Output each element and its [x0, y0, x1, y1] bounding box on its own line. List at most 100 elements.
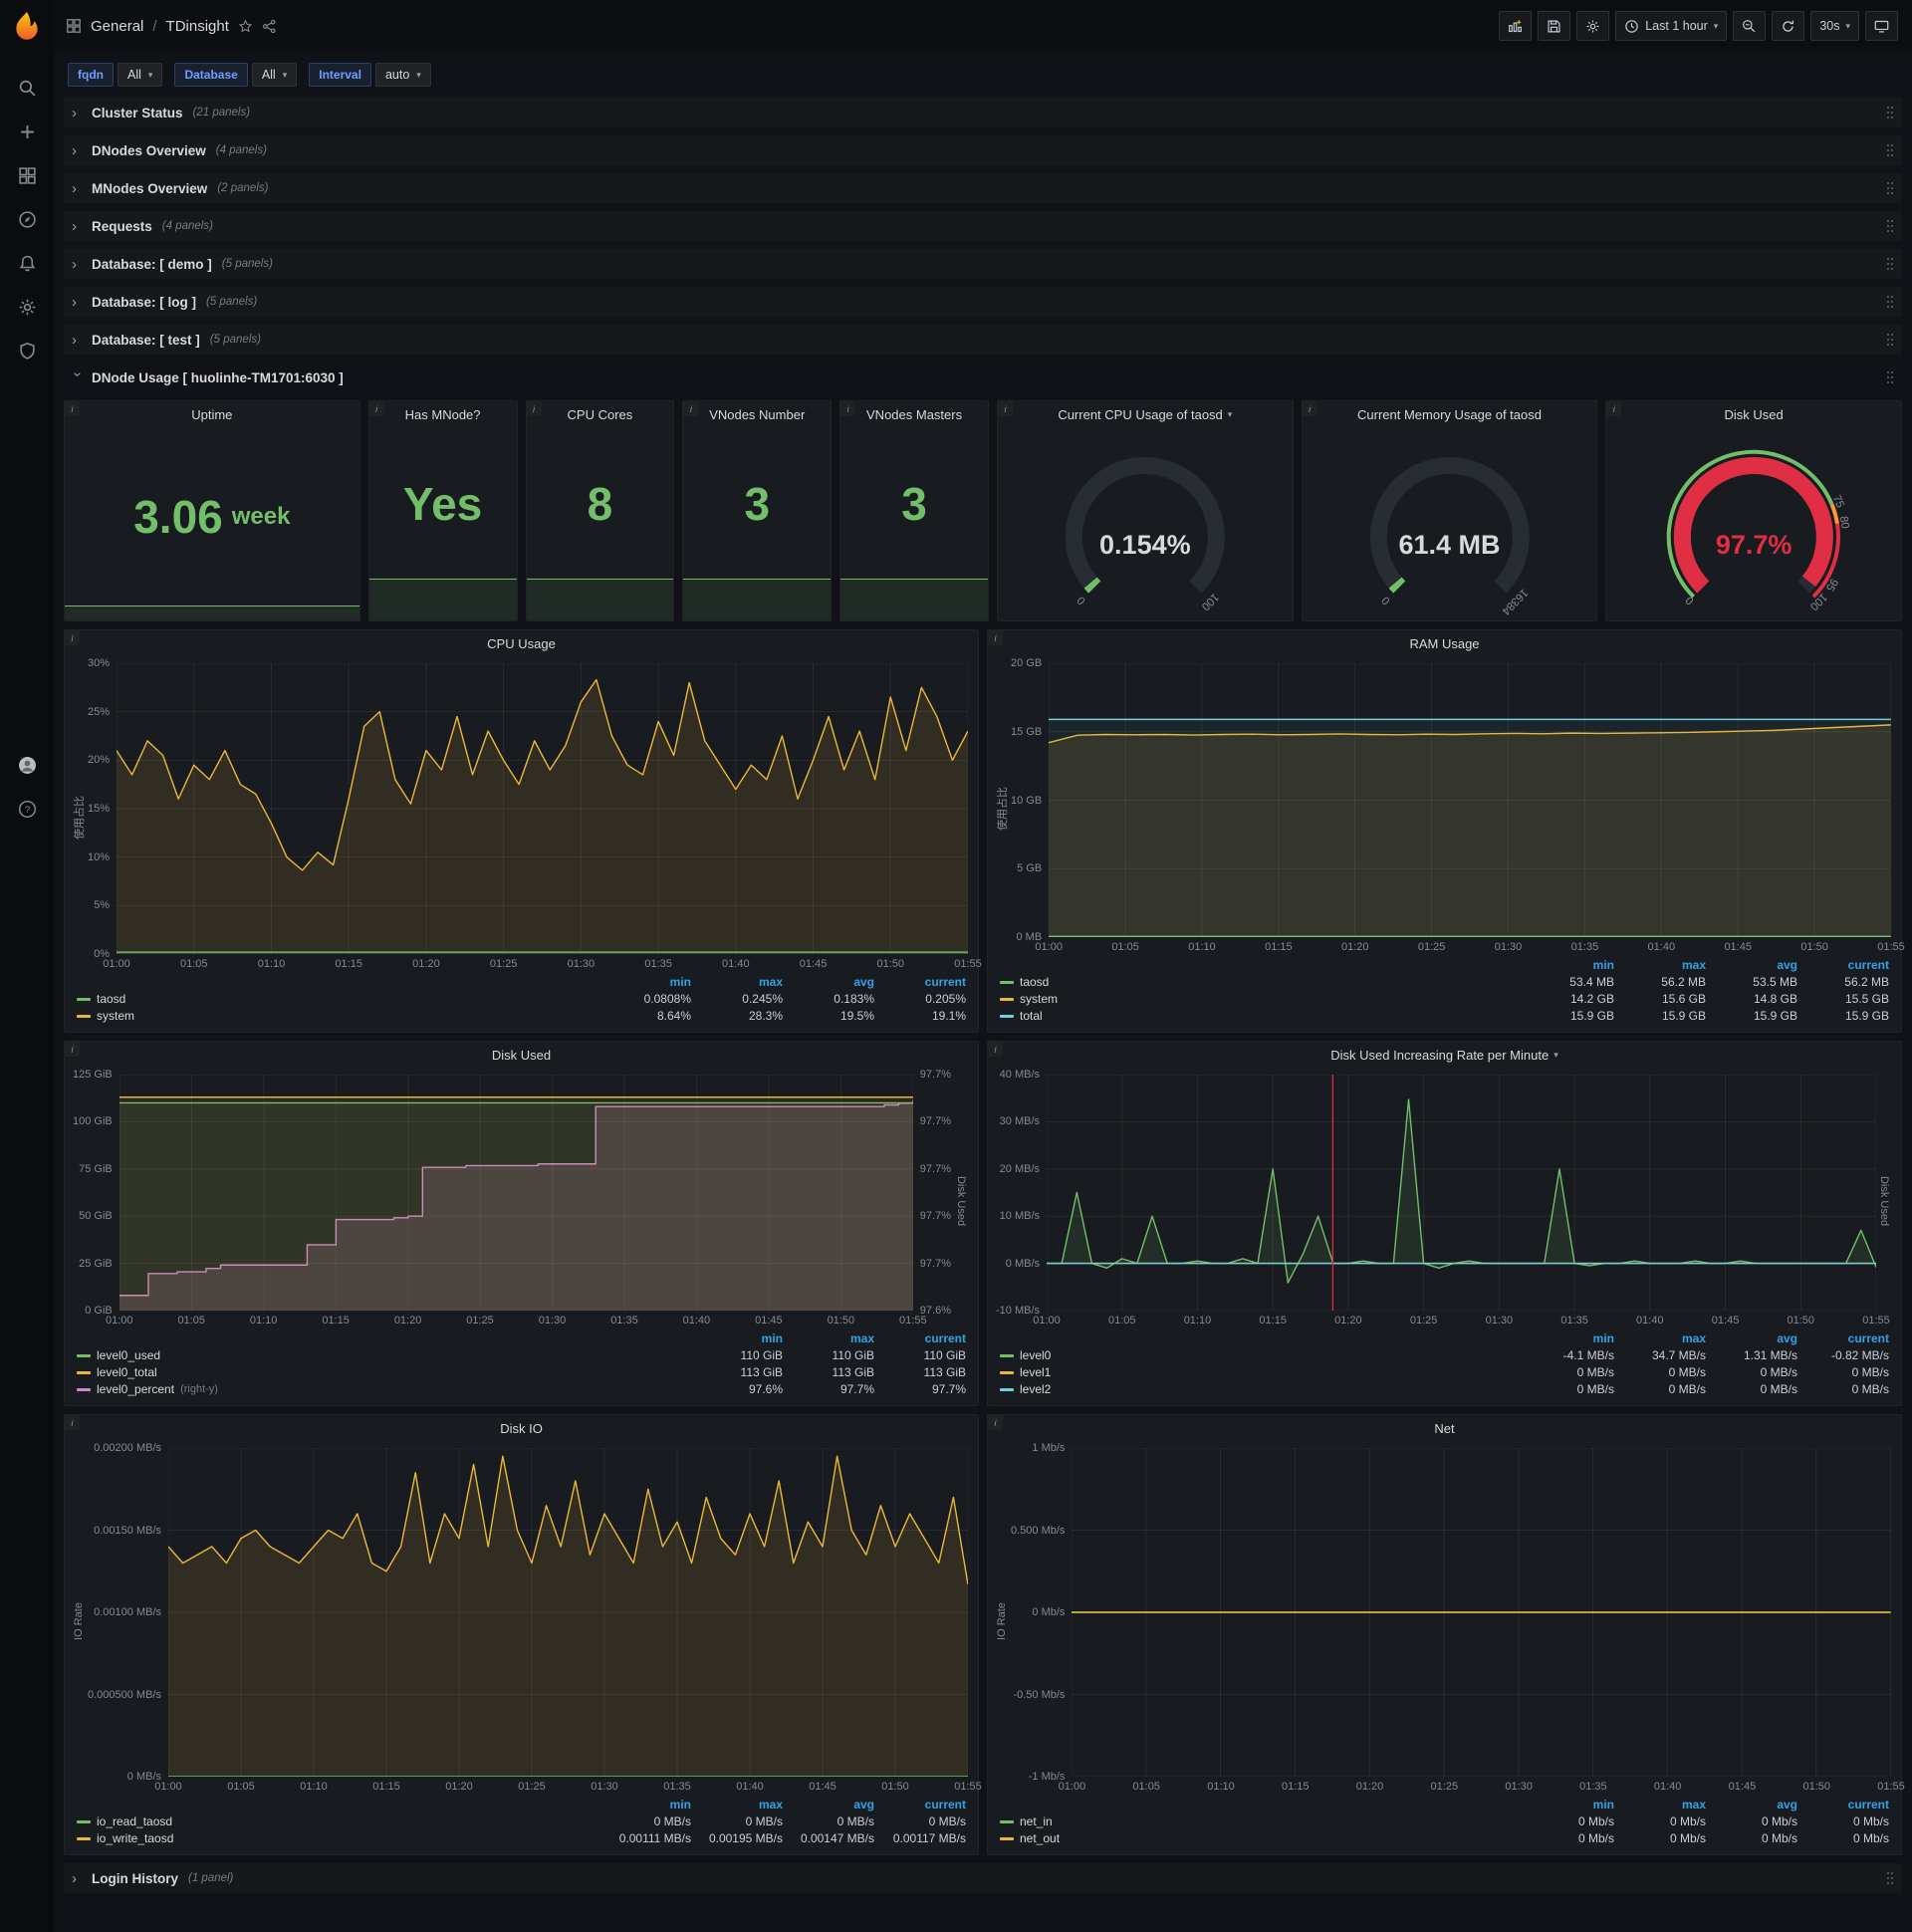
panel-title[interactable]: Uptime [65, 401, 359, 428]
legend-series-name[interactable]: level1 [1000, 1364, 1523, 1380]
time-range-picker[interactable]: Last 1 hour ▾ [1615, 11, 1728, 41]
save-dashboard-button[interactable] [1538, 11, 1571, 41]
panel-title[interactable]: CPU Cores [527, 401, 674, 428]
add-panel-button[interactable] [1499, 11, 1533, 41]
legend-series-label: level0 [1020, 1348, 1052, 1362]
panel-info-icon[interactable]: i [65, 630, 80, 645]
variable-value-dropdown[interactable]: auto ▾ [374, 63, 431, 87]
chart-canvas[interactable] [1049, 663, 1891, 937]
legend-series-name[interactable]: total [1000, 1008, 1523, 1024]
panel-title[interactable]: Disk IO [65, 1415, 978, 1442]
variable-value-dropdown[interactable]: All ▾ [251, 63, 298, 87]
legend-series-name[interactable]: level2 [1000, 1381, 1523, 1397]
panel-title[interactable]: CPU Usage [65, 630, 978, 657]
panel-info-icon[interactable]: i [65, 1415, 80, 1430]
dashboard-settings-button[interactable] [1576, 11, 1610, 41]
panel-title[interactable]: VNodes Number [683, 401, 831, 428]
panel-title[interactable]: Current Memory Usage of taosd [1303, 401, 1597, 428]
gauge-arc: 0 100 [1065, 456, 1225, 612]
drag-handle-icon[interactable] [1886, 370, 1894, 384]
chart-canvas[interactable] [119, 1075, 913, 1311]
dashboard-row-mnodes-overview[interactable]: › MNodes Overview (2 panels) [64, 173, 1902, 203]
row-panel-count: (1 panel) [188, 1872, 234, 1884]
legend-series-name[interactable]: level0_percent (right-y) [77, 1381, 691, 1397]
sidebar-item-alerting[interactable] [0, 241, 54, 285]
legend-series-name[interactable]: taosd [77, 991, 599, 1007]
sidebar-item-help[interactable]: ? [0, 787, 54, 831]
refresh-button[interactable] [1772, 11, 1805, 41]
panel-title[interactable]: Disk Used Increasing Rate per Minute ▾ [988, 1042, 1901, 1069]
breadcrumb-dashboard-title[interactable]: TDinsight [166, 18, 229, 35]
legend-value: 15.9 GB [1569, 1009, 1614, 1023]
dashboard-row-requests[interactable]: › Requests (4 panels) [64, 211, 1902, 241]
cycle-view-mode-button[interactable] [1865, 11, 1898, 41]
drag-handle-icon[interactable] [1886, 143, 1894, 157]
panel-info-icon[interactable]: i [65, 1042, 80, 1057]
chart-canvas[interactable] [1072, 1448, 1891, 1777]
breadcrumb-section[interactable]: General [91, 18, 143, 35]
drag-handle-icon[interactable] [1886, 257, 1894, 271]
panel-info-icon[interactable]: i [683, 401, 699, 416]
legend-series-name[interactable]: level0_total [77, 1364, 691, 1380]
refresh-interval-picker[interactable]: 30s ▾ [1810, 11, 1859, 41]
variable-value-dropdown[interactable]: All ▾ [118, 63, 163, 87]
dashboard-row-database-log-[interactable]: › Database: [ log ] (5 panels) [64, 287, 1902, 317]
panel-title[interactable]: Has MNode? [369, 401, 517, 428]
grafana-logo[interactable] [10, 10, 44, 44]
legend-series-name[interactable]: system [77, 1008, 599, 1024]
dashboard-row-dnode-usage-huolinhe-tm1701-6030-[interactable]: › DNode Usage [ huolinhe-TM1701:6030 ] [64, 362, 1902, 392]
chart-canvas[interactable] [1047, 1075, 1876, 1311]
legend-series-name[interactable]: net_in [1000, 1813, 1523, 1829]
variable-label[interactable]: fqdn [68, 63, 114, 87]
legend-series-name[interactable]: io_write_taosd [77, 1830, 599, 1846]
dashboard-row-database-demo-[interactable]: › Database: [ demo ] (5 panels) [64, 249, 1902, 279]
sidebar-item-server-admin[interactable] [0, 329, 54, 372]
share-icon[interactable] [262, 19, 277, 34]
chart-canvas[interactable] [117, 663, 968, 954]
legend-series-name[interactable]: system [1000, 991, 1523, 1007]
panel-info-icon[interactable]: i [988, 630, 1003, 645]
chevron-right-icon: › [72, 255, 77, 273]
legend-series-name[interactable]: io_read_taosd [77, 1813, 599, 1829]
sidebar-item-profile[interactable] [0, 743, 54, 787]
panel-info-icon[interactable]: i [65, 401, 80, 416]
drag-handle-icon[interactable] [1886, 333, 1894, 347]
panel-info-icon[interactable]: i [988, 1415, 1003, 1430]
panel-info-icon[interactable]: i [997, 401, 1013, 416]
legend-series-name[interactable]: taosd [1000, 974, 1523, 990]
drag-handle-icon[interactable] [1886, 219, 1894, 233]
panel-info-icon[interactable]: i [988, 1042, 1003, 1057]
panel-info-icon[interactable]: i [526, 401, 542, 416]
sidebar-item-explore[interactable] [0, 197, 54, 241]
variable-label[interactable]: Interval [309, 63, 371, 87]
zoom-out-button[interactable] [1733, 11, 1767, 41]
panel-title[interactable]: Net [988, 1415, 1901, 1442]
panel-info-icon[interactable]: i [368, 401, 384, 416]
panel-info-icon[interactable]: i [1302, 401, 1317, 416]
panel-title[interactable]: RAM Usage [988, 630, 1901, 657]
dashboard-row-cluster-status[interactable]: › Cluster Status (21 panels) [64, 98, 1902, 127]
panel-info-icon[interactable]: i [1606, 401, 1622, 416]
panel-title[interactable]: Current CPU Usage of taosd ▾ [998, 401, 1293, 428]
panel-info-icon[interactable]: i [840, 401, 856, 416]
panel-title[interactable]: Disk Used [1606, 401, 1901, 428]
chart-canvas[interactable] [168, 1448, 968, 1777]
dashboard-row-login-history[interactable]: › Login History (1 panel) [64, 1863, 1902, 1893]
sidebar-item-search[interactable] [0, 66, 54, 110]
panel-title[interactable]: VNodes Masters [840, 401, 988, 428]
sidebar-item-create[interactable] [0, 110, 54, 153]
legend-series-name[interactable]: net_out [1000, 1830, 1523, 1846]
panel-title[interactable]: Disk Used [65, 1042, 978, 1069]
dashboard-row-database-test-[interactable]: › Database: [ test ] (5 panels) [64, 325, 1902, 355]
sidebar-item-configuration[interactable] [0, 285, 54, 329]
legend-series-name[interactable]: level0_used [77, 1347, 691, 1363]
drag-handle-icon[interactable] [1886, 181, 1894, 195]
legend-series-name[interactable]: level0 [1000, 1347, 1523, 1363]
dashboard-row-dnodes-overview[interactable]: › DNodes Overview (4 panels) [64, 135, 1902, 165]
sidebar-item-dashboards[interactable] [0, 153, 54, 197]
drag-handle-icon[interactable] [1886, 1871, 1894, 1885]
star-icon[interactable] [238, 19, 253, 34]
variable-label[interactable]: Database [174, 63, 248, 87]
drag-handle-icon[interactable] [1886, 106, 1894, 120]
drag-handle-icon[interactable] [1886, 295, 1894, 309]
